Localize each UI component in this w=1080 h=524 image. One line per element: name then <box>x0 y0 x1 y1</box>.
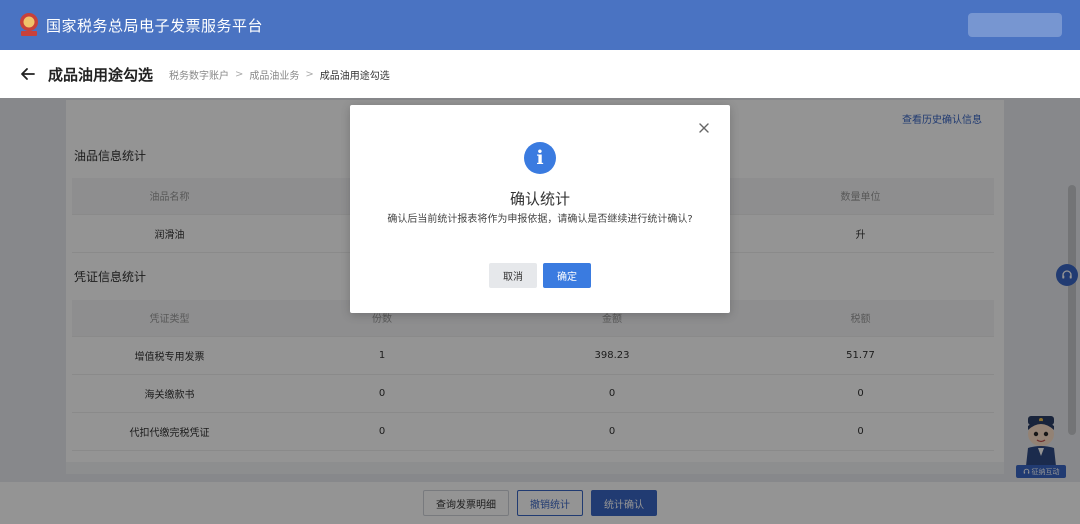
breadcrumb: 税务数字账户 > 成品油业务 > 成品油用途勾选 <box>169 67 390 82</box>
top-bar: 国家税务总局电子发票服务平台 <box>0 0 1080 50</box>
breadcrumb-item[interactable]: 税务数字账户 <box>169 67 229 82</box>
breadcrumb-current: 成品油用途勾选 <box>319 70 390 82</box>
user-account-menu[interactable] <box>968 13 1062 37</box>
breadcrumb-separator: > <box>235 68 244 80</box>
dialog-title: 确认统计 <box>509 190 570 208</box>
confirm-stats-dialog: i 确认统计 确认后当前统计报表将作为申报依据，请确认是否继续进行统计确认? 取… <box>350 105 730 313</box>
dialog-actions: 取消 确定 <box>350 263 730 288</box>
dialog-message: 确认后当前统计报表将作为申报依据，请确认是否继续进行统计确认? <box>387 214 693 225</box>
breadcrumb-separator: > <box>305 68 314 80</box>
tax-emblem-icon <box>20 13 38 36</box>
cancel-button[interactable]: 取消 <box>489 263 537 288</box>
ok-button[interactable]: 确定 <box>543 263 591 288</box>
breadcrumb-item[interactable]: 成品油业务 <box>249 67 299 82</box>
back-arrow-icon[interactable] <box>20 66 36 82</box>
platform-title: 国家税务总局电子发票服务平台 <box>46 16 264 35</box>
page-header: 成品油用途勾选 税务数字账户 > 成品油业务 > 成品油用途勾选 <box>0 50 1080 98</box>
page-title: 成品油用途勾选 <box>48 65 154 84</box>
close-icon[interactable] <box>698 122 710 134</box>
info-icon: i <box>524 142 556 174</box>
